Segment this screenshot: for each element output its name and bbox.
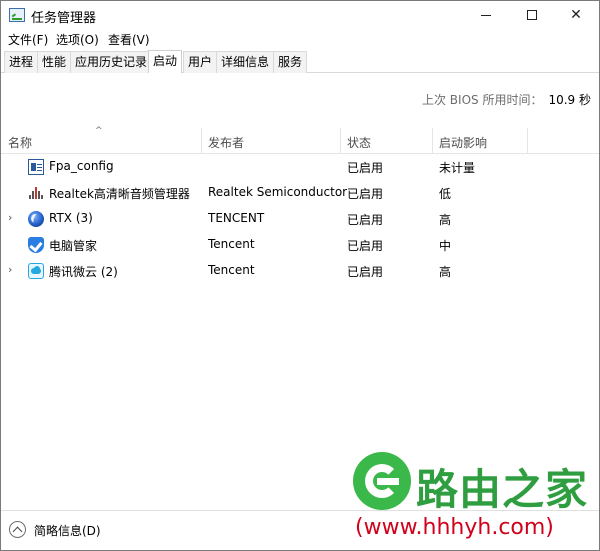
watermark-logo-icon <box>353 452 411 510</box>
window-title: 任务管理器 <box>31 11 97 26</box>
task-manager-app-icon <box>9 8 25 22</box>
tab-app-history[interactable]: 应用历史记录 <box>70 51 153 73</box>
row-publisher: Realtek Semiconductor <box>208 185 348 199</box>
row-impact: 未计量 <box>439 161 476 175</box>
row-name: Realtek高清晰音频管理器 <box>49 187 190 201</box>
menu-bar: 文件(F) 选项(O) 查看(V) <box>1 29 599 49</box>
menu-file[interactable]: 文件(F) <box>8 31 48 48</box>
title-bar: 任务管理器 ✕ <box>1 1 599 29</box>
column-divider[interactable] <box>340 128 341 154</box>
task-manager-window: 任务管理器 ✕ 文件(F) 选项(O) 查看(V) 进程 性能 应用历史记录 启… <box>0 0 600 551</box>
row-impact: 低 <box>439 187 452 201</box>
row-publisher: TENCENT <box>208 211 265 225</box>
column-header-publisher[interactable]: 发布者 <box>208 134 244 151</box>
tab-processes[interactable]: 进程 <box>4 51 39 73</box>
column-divider[interactable] <box>201 128 202 154</box>
maximize-icon <box>527 10 537 20</box>
row-name: RTX (3) <box>49 211 93 225</box>
pc-manager-shield-icon <box>28 237 44 253</box>
row-publisher: Tencent <box>208 263 255 277</box>
row-impact: 高 <box>439 265 452 279</box>
maximize-button[interactable] <box>509 1 555 29</box>
minimize-icon <box>481 14 491 16</box>
column-header-startup-impact[interactable]: 启动影响 <box>439 134 487 151</box>
table-header: 名称 发布者 状态 启动影响 <box>1 128 599 154</box>
row-impact: 中 <box>439 239 452 253</box>
expand-chevron-icon[interactable]: › <box>8 263 12 276</box>
table-row[interactable]: Realtek高清晰音频管理器 Realtek Semiconductor 已启… <box>1 180 599 206</box>
table-row[interactable]: › 腾讯微云 (2) Tencent 已启用 高 <box>1 258 599 284</box>
row-impact: 高 <box>439 213 452 227</box>
row-name: 电脑管家 <box>49 239 98 253</box>
minimize-button[interactable] <box>463 1 509 29</box>
tab-users[interactable]: 用户 <box>183 51 218 73</box>
close-button[interactable]: ✕ <box>553 1 599 29</box>
row-publisher: Tencent <box>208 237 255 251</box>
watermark-brand: 路由之家 <box>416 465 589 514</box>
table-row[interactable]: 电脑管家 Tencent 已启用 中 <box>1 232 599 258</box>
weiyun-cloud-icon <box>28 263 44 279</box>
row-name: Fpa_config <box>49 159 114 173</box>
column-header-name[interactable]: 名称 <box>8 134 32 151</box>
row-name: 腾讯微云 (2) <box>49 265 118 279</box>
expand-chevron-icon[interactable]: › <box>8 211 12 224</box>
realtek-audio-icon <box>28 185 44 201</box>
row-status: 已启用 <box>347 161 384 175</box>
watermark-url: (www.hhhyh.com) <box>355 515 554 540</box>
row-status: 已启用 <box>347 213 384 227</box>
close-icon: ✕ <box>570 7 582 23</box>
row-status: 已启用 <box>347 239 384 253</box>
row-status: 已启用 <box>347 265 384 279</box>
column-header-status[interactable]: 状态 <box>347 134 371 151</box>
collapse-chevron-up-icon[interactable] <box>9 521 26 538</box>
tab-performance[interactable]: 性能 <box>37 51 72 73</box>
table-row[interactable]: › RTX (3) TENCENT 已启用 高 <box>1 206 599 232</box>
fpa-config-icon <box>28 159 44 175</box>
bios-time-label: 上次 BIOS 所用时间： <box>421 93 543 107</box>
fewer-details-link[interactable]: 简略信息(D) <box>34 522 101 539</box>
tab-bar: 进程 性能 应用历史记录 启动 用户 详细信息 服务 <box>1 50 599 73</box>
column-divider[interactable] <box>527 128 528 154</box>
row-status: 已启用 <box>347 187 384 201</box>
bios-time-readout: 上次 BIOS 所用时间： 10.9 秒 <box>422 91 591 108</box>
menu-options[interactable]: 选项(O) <box>56 31 99 48</box>
table-row[interactable]: Fpa_config 已启用 未计量 <box>1 154 599 180</box>
bios-time-value: 10.9 秒 <box>548 93 591 107</box>
menu-view[interactable]: 查看(V) <box>108 31 150 48</box>
tab-startup[interactable]: 启动 <box>148 50 183 73</box>
column-divider[interactable] <box>432 128 433 154</box>
tab-services[interactable]: 服务 <box>273 51 308 73</box>
tab-details[interactable]: 详细信息 <box>216 51 275 73</box>
rtx-icon <box>28 211 44 227</box>
